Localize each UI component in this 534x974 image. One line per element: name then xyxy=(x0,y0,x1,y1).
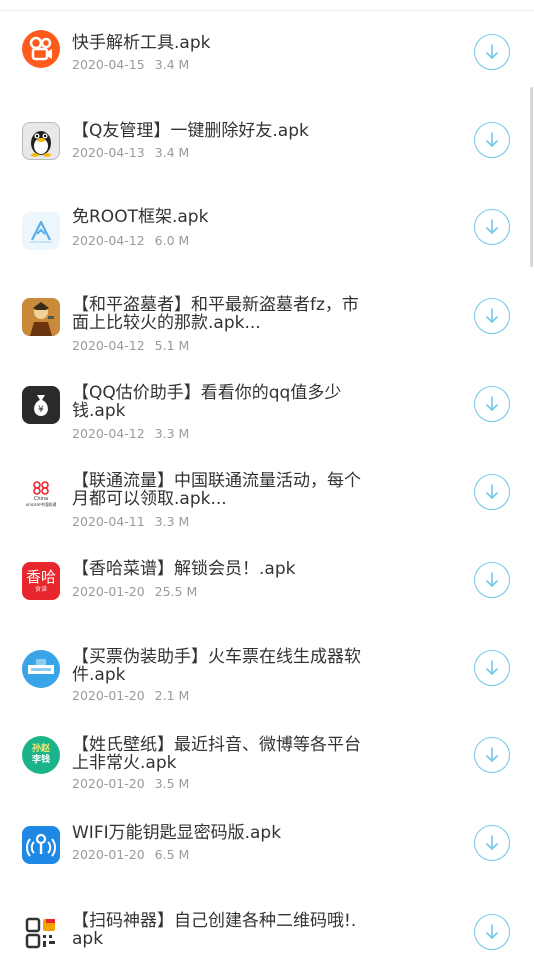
list-item[interactable]: 香哈 食谱 【香哈菜谱】解锁会员！.apk 2020-01-20 25.5 M xyxy=(0,534,534,622)
list-item[interactable]: WIFI万能钥匙显密码版.apk 2020-01-20 6.5 M xyxy=(0,798,534,886)
download-arrow-icon xyxy=(486,44,498,59)
file-size: 6.0 M xyxy=(154,233,190,248)
download-arrow-icon xyxy=(486,484,498,499)
file-size: 5.1 M xyxy=(154,338,190,353)
download-arrow-icon xyxy=(486,747,498,762)
file-title: 免ROOT框架.apk xyxy=(72,207,209,227)
download-button[interactable] xyxy=(474,562,510,598)
ticket-icon xyxy=(22,650,60,688)
file-size: 25.5 M xyxy=(154,584,198,599)
file-date: 2020-04-11 xyxy=(72,514,145,529)
unicom-logo-subtext: unicom中国联通 xyxy=(25,501,57,507)
file-meta: 2020-04-15 3.4 M xyxy=(72,57,189,72)
list-item[interactable]: 孙赵 李钱 【姓氏壁纸】最近抖音、微博等各平台上非常火.apk 2020-01-… xyxy=(0,710,534,798)
download-button[interactable] xyxy=(474,386,510,422)
file-date: 2020-04-12 xyxy=(72,233,145,248)
virtual-framework-icon xyxy=(22,212,60,250)
money-bag-symbol: ¥ xyxy=(38,405,44,415)
download-button[interactable] xyxy=(474,737,510,773)
download-button[interactable] xyxy=(474,209,510,245)
list-item[interactable]: 【买票伪装助手】火车票在线生成器软件.apk 2020-01-20 2.1 M xyxy=(0,622,534,710)
list-item[interactable]: China unicom中国联通 【联通流量】中国联通流量活动，每个月都可以领取… xyxy=(0,446,534,534)
xiangha-logo-text: 香哈 xyxy=(25,567,56,586)
file-date: 2020-04-12 xyxy=(72,338,145,353)
file-meta: 2020-04-12 3.3 M xyxy=(72,426,189,441)
xiangha-logo-subtext: 食谱 xyxy=(34,585,47,593)
file-date: 2020-01-20 xyxy=(72,776,145,791)
download-arrow-icon xyxy=(486,835,498,850)
xiangha-icon: 香哈 食谱 xyxy=(22,562,60,600)
file-meta: 2020-04-12 5.1 M xyxy=(72,338,189,353)
file-date: 2020-04-12 xyxy=(72,426,145,441)
file-size: 6.5 M xyxy=(154,847,190,862)
list-item[interactable]: 【扫码神器】自己创建各种二维码哦!.apk xyxy=(0,886,534,974)
file-meta: 2020-04-13 3.4 M xyxy=(72,145,189,160)
file-date: 2020-01-20 xyxy=(72,688,145,703)
file-title: 【QQ估价助手】看看你的qq值多少钱.apk xyxy=(72,383,342,421)
download-arrow-icon xyxy=(486,219,498,234)
file-title: 快手解析工具.apk xyxy=(72,33,211,53)
download-button[interactable] xyxy=(474,474,510,510)
list-item[interactable]: 【和平盗墓者】和平最新盗墓者fz，市面上比较火的那款.apk... 2020-0… xyxy=(0,270,534,358)
file-title: 【香哈菜谱】解锁会员！.apk xyxy=(72,559,296,579)
file-meta: 2020-04-11 3.3 M xyxy=(72,514,189,529)
list-item[interactable]: 快手解析工具.apk 2020-04-15 3.4 M xyxy=(0,6,534,94)
file-size: 3.4 M xyxy=(154,145,190,160)
file-title: 【和平盗墓者】和平最新盗墓者fz，市面上比较火的那款.apk... xyxy=(72,295,359,333)
file-title: 【联通流量】中国联通流量活动，每个月都可以领取.apk... xyxy=(72,471,361,509)
file-meta: 2020-01-20 6.5 M xyxy=(72,847,189,862)
file-size: 2.1 M xyxy=(154,688,190,703)
list-item[interactable]: 【Q友管理】一键删除好友.apk 2020-04-13 3.4 M xyxy=(0,94,534,182)
download-button[interactable] xyxy=(474,825,510,861)
wallpaper-logo-line1: 孙赵 xyxy=(31,744,50,754)
file-meta: 2020-01-20 2.1 M xyxy=(72,688,189,703)
download-button[interactable] xyxy=(474,122,510,158)
file-date: 2020-01-20 xyxy=(72,847,145,862)
file-title: 【Q友管理】一键删除好友.apk xyxy=(72,121,309,141)
download-arrow-icon xyxy=(486,396,498,411)
wallpaper-icon: 孙赵 李钱 xyxy=(22,736,60,774)
file-size: 3.5 M xyxy=(154,776,190,791)
file-size: 3.3 M xyxy=(154,514,190,529)
file-meta: 2020-04-12 6.0 M xyxy=(72,233,189,248)
file-title: 【姓氏壁纸】最近抖音、微博等各平台上非常火.apk xyxy=(72,735,361,773)
kuaishou-icon xyxy=(22,30,60,68)
download-button[interactable] xyxy=(474,34,510,70)
qq-penguin-icon xyxy=(22,122,60,160)
list-item[interactable]: 免ROOT框架.apk 2020-04-12 6.0 M xyxy=(0,182,534,270)
file-size: 3.4 M xyxy=(154,57,190,72)
download-arrow-icon xyxy=(486,132,498,147)
game-character-icon xyxy=(22,298,60,336)
wifi-key-icon xyxy=(22,826,60,864)
download-arrow-icon xyxy=(486,660,498,675)
file-title: 【买票伪装助手】火车票在线生成器软件.apk xyxy=(72,647,361,685)
download-button[interactable] xyxy=(474,650,510,686)
file-date: 2020-04-13 xyxy=(72,145,145,160)
download-arrow-icon xyxy=(486,308,498,323)
file-size: 3.3 M xyxy=(154,426,190,441)
china-unicom-icon: China unicom中国联通 xyxy=(22,474,60,512)
download-arrow-icon xyxy=(486,924,498,939)
money-bag-icon: ¥ xyxy=(22,386,60,424)
list-item[interactable]: ¥ 【QQ估价助手】看看你的qq值多少钱.apk 2020-04-12 3.3 M xyxy=(0,358,534,446)
scrollbar[interactable] xyxy=(530,87,533,267)
file-meta: 2020-01-20 25.5 M xyxy=(72,584,197,599)
download-button[interactable] xyxy=(474,914,510,950)
file-date: 2020-01-20 xyxy=(72,584,145,599)
file-meta: 2020-01-20 3.5 M xyxy=(72,776,189,791)
download-arrow-icon xyxy=(486,572,498,587)
file-title: WIFI万能钥匙显密码版.apk xyxy=(72,823,282,843)
download-button[interactable] xyxy=(474,298,510,334)
file-date: 2020-04-15 xyxy=(72,57,145,72)
wallpaper-logo-line2: 李钱 xyxy=(31,755,50,765)
qr-code-icon xyxy=(22,914,60,952)
file-title: 【扫码神器】自己创建各种二维码哦!.apk xyxy=(72,911,357,949)
